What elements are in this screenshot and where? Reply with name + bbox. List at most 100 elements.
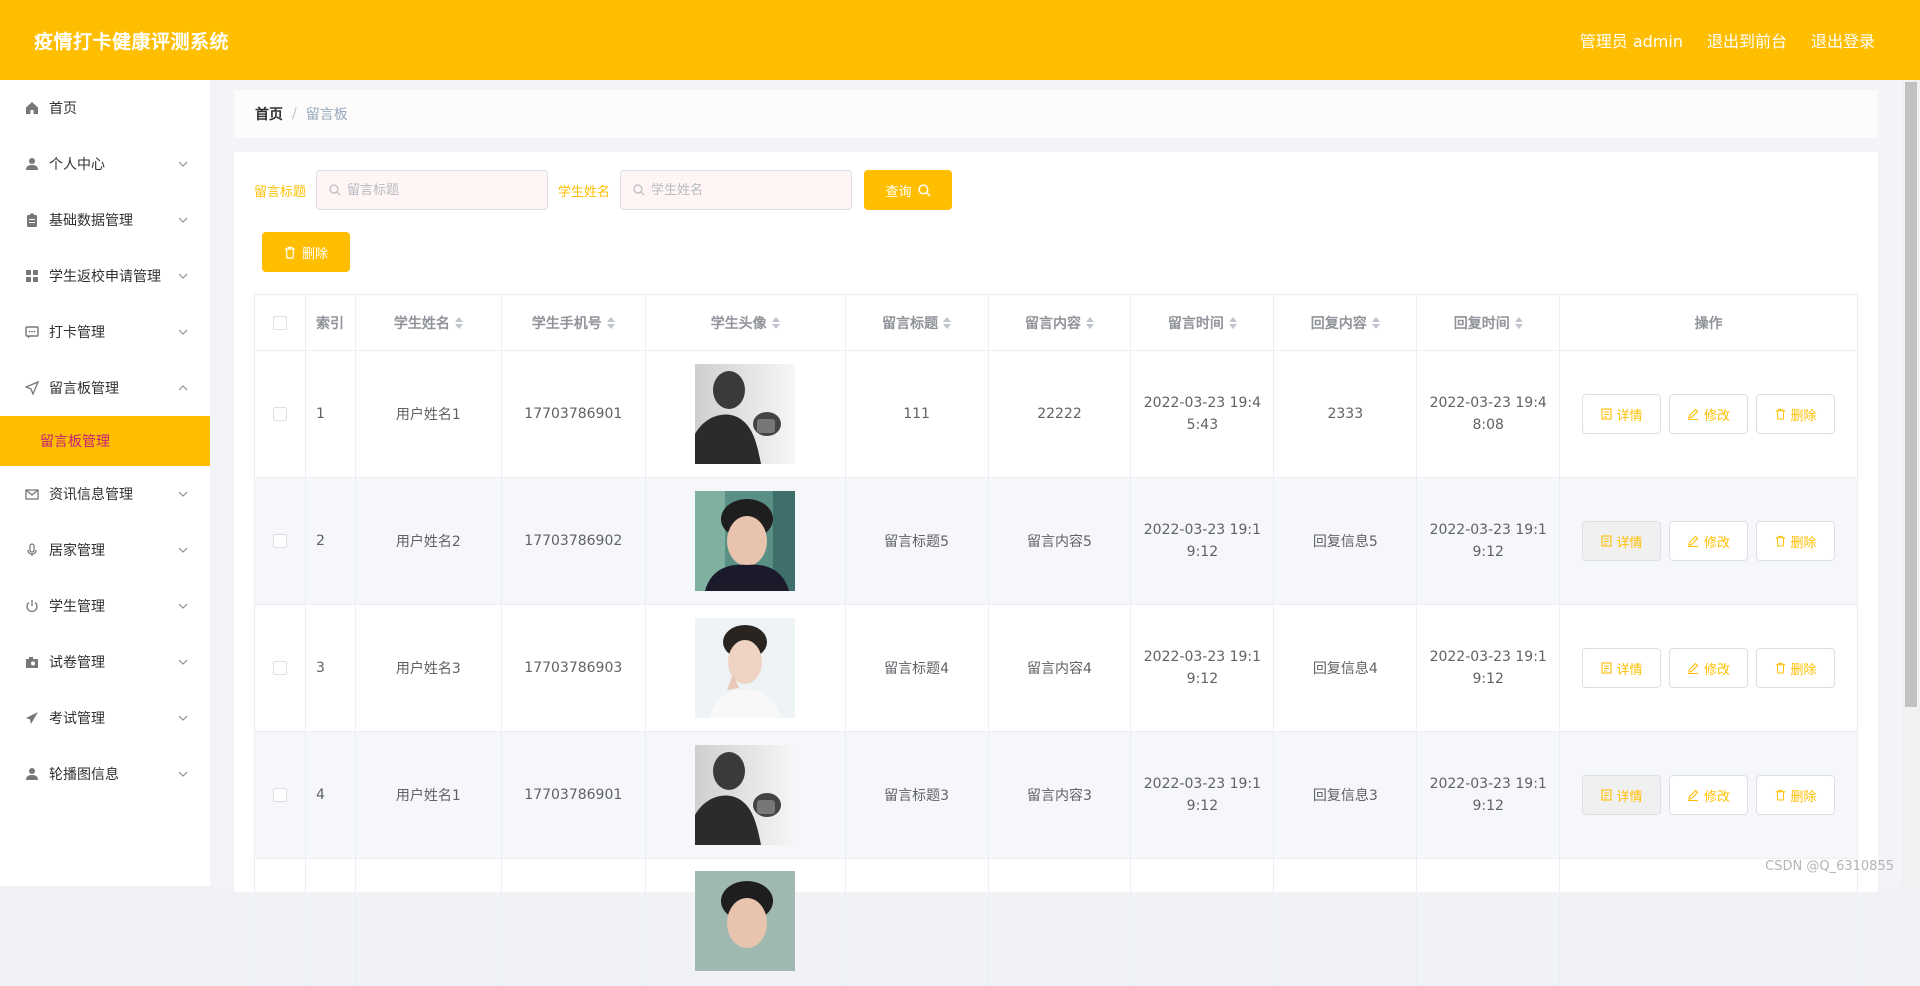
sidebar-item-checkin[interactable]: 打卡管理 <box>0 304 210 360</box>
actions-cell <box>1560 859 1858 986</box>
sidebar-item-home[interactable]: 首页 <box>0 80 210 136</box>
chevron-down-icon <box>178 657 188 667</box>
sidebar-item-return-application[interactable]: 学生返校申请管理 <box>0 248 210 304</box>
avatar[interactable] <box>695 871 795 971</box>
content-cell <box>989 859 1132 986</box>
trash-icon <box>1775 408 1786 420</box>
header-title[interactable]: 留言标题 <box>846 295 989 351</box>
sort-icon[interactable] <box>943 317 951 329</box>
document-icon <box>1601 408 1612 420</box>
search-icon <box>329 184 341 196</box>
top-bar: 疫情打卡健康评测系统 管理员 admin 退出到前台 退出登录 <box>0 0 1920 80</box>
name-search-field[interactable] <box>620 170 852 210</box>
header-reply-time[interactable]: 回复时间 <box>1417 295 1560 351</box>
sidebar-item-news[interactable]: 资讯信息管理 <box>0 466 210 522</box>
document-icon <box>1601 535 1612 547</box>
query-button[interactable]: 查询 <box>864 170 952 210</box>
sort-icon[interactable] <box>1229 317 1237 329</box>
row-checkbox[interactable] <box>273 661 287 675</box>
detail-button[interactable]: 详情 <box>1582 648 1661 688</box>
reply-time-cell <box>1417 859 1560 986</box>
header-content[interactable]: 留言内容 <box>989 295 1132 351</box>
name-search-input[interactable] <box>651 183 841 198</box>
edit-button[interactable]: 修改 <box>1669 521 1748 561</box>
delete-button[interactable]: 删除 <box>1756 775 1835 815</box>
detail-button[interactable]: 详情 <box>1582 775 1661 815</box>
table-row: 4 用户姓名1 17703786901 留言标题3 留言内容3 2022-03-… <box>255 732 1858 859</box>
header-student-name[interactable]: 学生姓名 <box>356 295 502 351</box>
header-time[interactable]: 留言时间 <box>1131 295 1274 351</box>
name-cell <box>356 859 502 986</box>
sidebar-item-basic-data[interactable]: 基础数据管理 <box>0 192 210 248</box>
table-row: 1 用户姓名1 17703786901 111 22222 2022-03-23… <box>255 351 1858 478</box>
content-panel: 留言标题 学生姓名 查询 删除 索引 学生姓名 <box>234 152 1878 892</box>
delete-button[interactable]: 删除 <box>1756 648 1835 688</box>
row-checkbox[interactable] <box>273 407 287 421</box>
avatar[interactable] <box>695 491 795 591</box>
delete-label: 删除 <box>1791 786 1817 805</box>
time-cell: 2022-03-23 19:19:12 <box>1131 478 1274 605</box>
avatar[interactable] <box>695 364 795 464</box>
detail-label: 详情 <box>1617 532 1643 551</box>
sort-icon[interactable] <box>772 317 780 329</box>
header-avatar[interactable]: 学生头像 <box>646 295 846 351</box>
title-cell <box>846 859 989 986</box>
select-all-checkbox[interactable] <box>273 316 287 330</box>
edit-button[interactable]: 修改 <box>1669 394 1748 434</box>
sort-icon[interactable] <box>1515 317 1523 329</box>
header-index: 索引 <box>306 295 356 351</box>
sort-icon[interactable] <box>455 317 463 329</box>
sidebar-item-home-quarantine[interactable]: 居家管理 <box>0 522 210 578</box>
sidebar-item-exams[interactable]: 考试管理 <box>0 690 210 746</box>
batch-delete-label: 删除 <box>302 243 328 262</box>
edit-button[interactable]: 修改 <box>1669 775 1748 815</box>
sidebar-item-label: 学生返校申请管理 <box>49 266 161 286</box>
sidebar-item-label: 个人中心 <box>49 154 105 174</box>
document-icon <box>1601 789 1612 801</box>
title-search-input[interactable] <box>347 183 537 198</box>
watermark: CSDN @Q_6310855 <box>1765 859 1894 874</box>
search-row: 留言标题 学生姓名 查询 <box>254 170 952 210</box>
detail-button[interactable]: 详情 <box>1582 521 1661 561</box>
search-icon <box>633 184 645 196</box>
sidebar-item-profile[interactable]: 个人中心 <box>0 136 210 192</box>
sidebar-subitem-message-board-manage[interactable]: 留言板管理 <box>0 416 210 466</box>
delete-button[interactable]: 删除 <box>1756 394 1835 434</box>
sidebar-item-carousel[interactable]: 轮播图信息 <box>0 746 210 802</box>
title-search-field[interactable] <box>316 170 548 210</box>
sort-icon[interactable] <box>607 317 615 329</box>
header-phone-label: 学生手机号 <box>532 313 602 333</box>
header-reply[interactable]: 回复内容 <box>1274 295 1417 351</box>
delete-button[interactable]: 删除 <box>1756 521 1835 561</box>
chevron-down-icon <box>178 271 188 281</box>
row-checkbox[interactable] <box>273 788 287 802</box>
logout-link[interactable]: 退出登录 <box>1811 28 1875 52</box>
sidebar-item-papers[interactable]: 试卷管理 <box>0 634 210 690</box>
clipboard-icon <box>24 212 40 228</box>
breadcrumb: 首页 / 留言板 <box>234 90 1878 138</box>
edit-button[interactable]: 修改 <box>1669 648 1748 688</box>
time-cell: 2022-03-23 19:19:12 <box>1131 605 1274 732</box>
reply-cell: 2333 <box>1274 351 1417 478</box>
row-checkbox[interactable] <box>273 534 287 548</box>
avatar[interactable] <box>695 745 795 845</box>
sidebar-item-students[interactable]: 学生管理 <box>0 578 210 634</box>
admin-label[interactable]: 管理员 admin <box>1580 28 1683 52</box>
header-avatar-label: 学生头像 <box>711 313 767 333</box>
sort-icon[interactable] <box>1372 317 1380 329</box>
phone-cell: 17703786903 <box>502 605 646 732</box>
reply-time-text: 2022-03-23 19:48:08 <box>1425 392 1551 436</box>
detail-button[interactable]: 详情 <box>1582 394 1661 434</box>
exit-to-frontend-link[interactable]: 退出到前台 <box>1707 28 1787 52</box>
detail-label: 详情 <box>1617 405 1643 424</box>
avatar[interactable] <box>695 618 795 718</box>
delete-label: 删除 <box>1791 532 1817 551</box>
index-cell: 4 <box>306 732 356 859</box>
sidebar-item-message-board[interactable]: 留言板管理 <box>0 360 210 416</box>
page-scrollbar-thumb[interactable] <box>1905 82 1917 707</box>
header-phone[interactable]: 学生手机号 <box>502 295 646 351</box>
batch-delete-button[interactable]: 删除 <box>262 232 350 272</box>
sort-icon[interactable] <box>1086 317 1094 329</box>
header-title-label: 留言标题 <box>882 313 938 333</box>
breadcrumb-home[interactable]: 首页 <box>255 104 283 124</box>
